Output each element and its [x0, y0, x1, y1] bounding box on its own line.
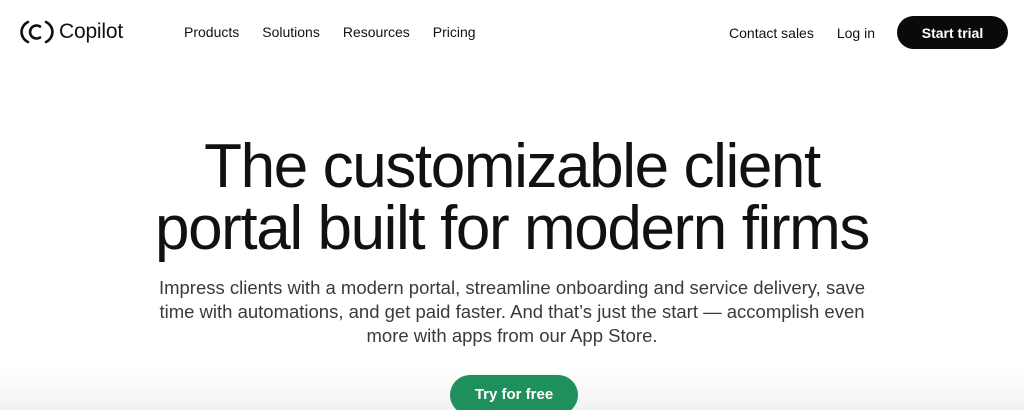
- nav-item-solutions[interactable]: Solutions: [262, 24, 320, 40]
- hero-subtitle: Impress clients with a modern portal, st…: [158, 277, 866, 346]
- main-nav: Products Solutions Resources Pricing: [184, 24, 476, 40]
- brand-name: Copilot: [59, 20, 123, 43]
- page: Copilot Products Solutions Resources Pri…: [0, 0, 1024, 410]
- try-for-free-button[interactable]: Try for free: [450, 375, 578, 410]
- copilot-bracket-logo-icon: [20, 20, 54, 44]
- brand-logo-link[interactable]: Copilot: [20, 18, 123, 46]
- hero-title-line-2: portal built for modern firms: [155, 194, 870, 263]
- site-header: Copilot Products Solutions Resources Pri…: [0, 0, 1024, 64]
- hero-title: The customizable client portal built for…: [0, 136, 1024, 260]
- hero-title-line-1: The customizable client: [204, 132, 821, 201]
- nav-item-pricing[interactable]: Pricing: [433, 24, 476, 40]
- nav-item-products[interactable]: Products: [184, 24, 239, 40]
- login-link[interactable]: Log in: [837, 25, 875, 41]
- hero-section: The customizable client portal built for…: [0, 136, 1024, 348]
- header-actions: Contact sales Log in Start trial: [729, 16, 1008, 49]
- start-trial-button[interactable]: Start trial: [897, 16, 1008, 49]
- nav-item-resources[interactable]: Resources: [343, 24, 410, 40]
- contact-sales-link[interactable]: Contact sales: [729, 25, 814, 41]
